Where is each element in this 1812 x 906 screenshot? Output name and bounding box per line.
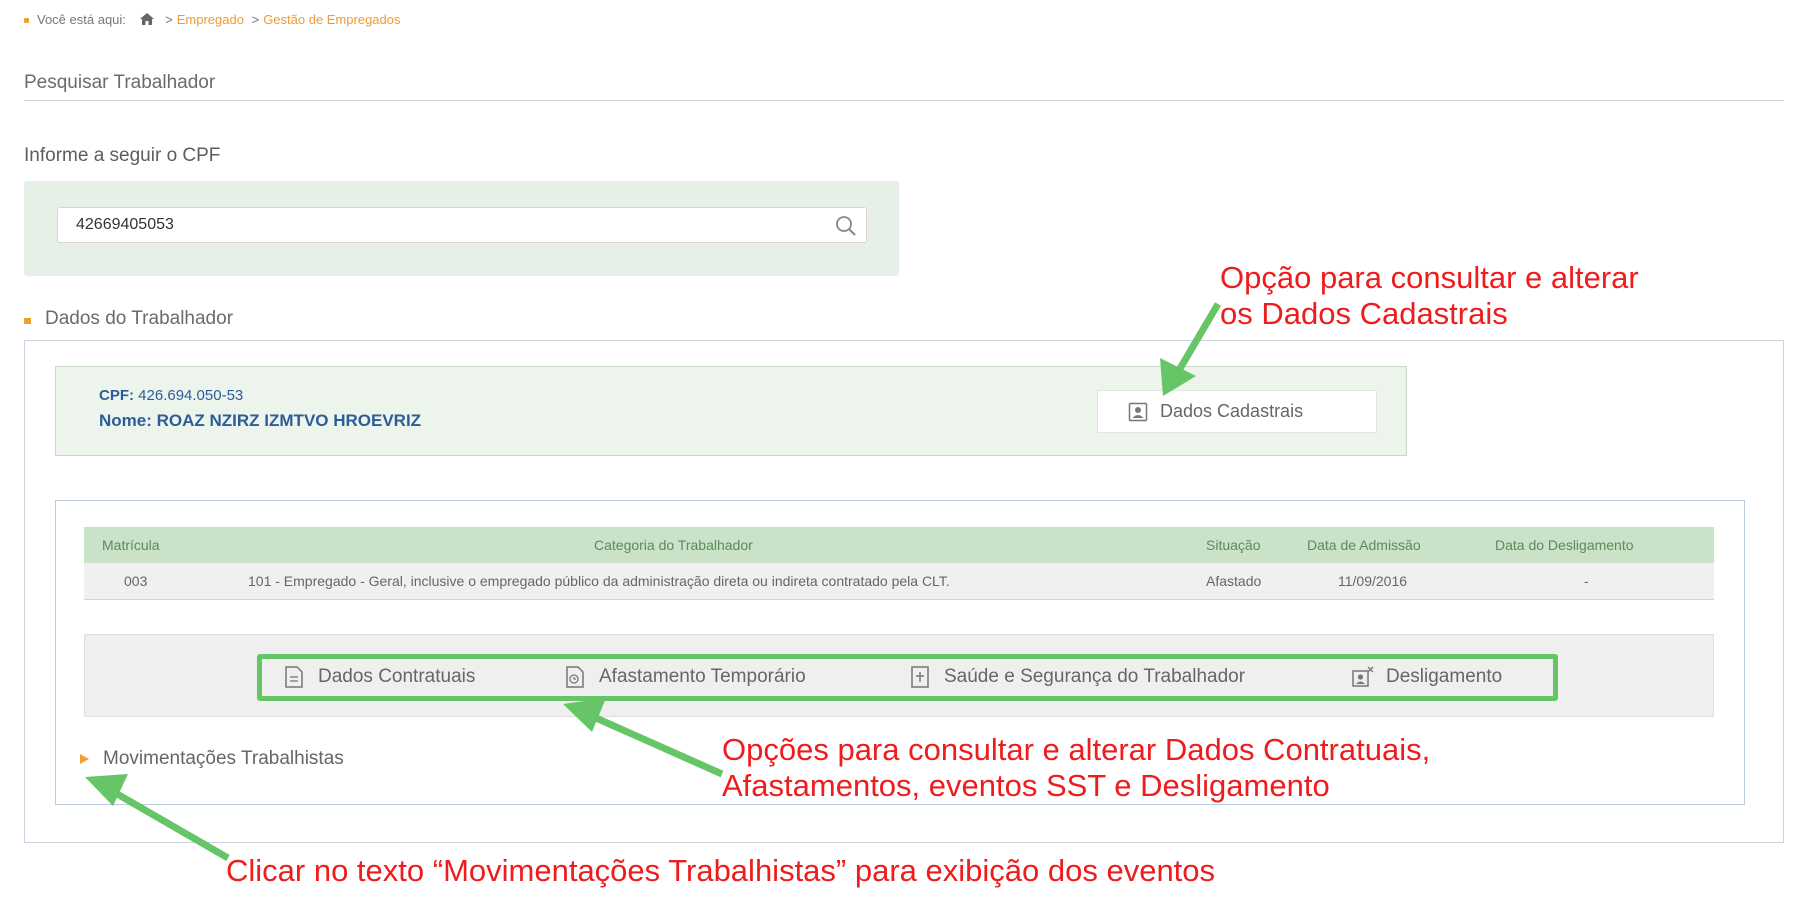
- annotation-line: Opções para consultar e alterar Dados Co…: [722, 732, 1431, 767]
- col-data-desligamento: Data do Desligamento: [1495, 537, 1634, 553]
- dados-contratuais-label: Dados Contratuais: [318, 666, 476, 687]
- worker-section-title: Dados do Trabalhador: [45, 308, 234, 329]
- home-icon[interactable]: [139, 13, 154, 28]
- dados-cadastrais-button[interactable]: Dados Cadastrais: [1097, 390, 1377, 433]
- table-row[interactable]: 003 101 - Empregado - Geral, inclusive o…: [84, 563, 1714, 600]
- cpf-search-box: [57, 207, 867, 243]
- id-card-icon: [1128, 402, 1148, 422]
- nome-label: Nome:: [99, 411, 152, 430]
- health-icon: [910, 666, 930, 688]
- col-data-admissao: Data de Admissão: [1307, 537, 1421, 553]
- nome-value: ROAZ NZIRZ IZMTVO HROEVRIZ: [156, 411, 422, 430]
- cpf-value: 426.694.050-53: [138, 387, 244, 404]
- worker-name: Nome: ROAZ NZIRZ IZMTVO HROEVRIZ: [99, 411, 421, 431]
- annotation-line: Opção para consultar e alterar: [1220, 260, 1639, 295]
- expand-triangle-icon: [80, 754, 89, 764]
- annotation-movimentacoes: Clicar no texto “Movimentações Trabalhis…: [226, 853, 1216, 888]
- cell-data-desligamento: -: [1584, 573, 1589, 589]
- breadcrumb-item-empregado[interactable]: Empregado: [177, 12, 244, 27]
- cpf-search-input[interactable]: [76, 208, 816, 242]
- movimentacoes-toggle[interactable]: Movimentações Trabalhistas: [80, 748, 344, 770]
- dados-contratuais-button[interactable]: Dados Contratuais: [284, 663, 475, 691]
- search-icon[interactable]: [834, 214, 858, 238]
- search-section-title: Pesquisar Trabalhador: [24, 72, 216, 93]
- afastamento-button[interactable]: Afastamento Temporário: [565, 663, 806, 691]
- annotation-line: os Dados Cadastrais: [1220, 296, 1508, 331]
- movimentacoes-label: Movimentações Trabalhistas: [103, 748, 344, 769]
- dados-cadastrais-label: Dados Cadastrais: [1160, 401, 1304, 421]
- annotation-line: Afastamentos, eventos SST e Desligamento: [722, 768, 1330, 803]
- cell-situacao: Afastado: [1206, 573, 1262, 589]
- saude-seguranca-button[interactable]: Saúde e Segurança do Trabalhador: [910, 663, 1245, 691]
- breadcrumb-prefix: Você está aqui:: [37, 12, 126, 27]
- dismissal-icon: [1352, 666, 1374, 688]
- desligamento-button[interactable]: Desligamento: [1352, 663, 1502, 691]
- document-icon: [284, 666, 304, 688]
- table-header: Matrícula Categoria do Trabalhador Situa…: [84, 527, 1714, 563]
- cell-matricula: 003: [124, 573, 148, 589]
- section-bullet: [24, 318, 31, 324]
- saude-seguranca-label: Saúde e Segurança do Trabalhador: [944, 666, 1246, 687]
- breadcrumb: Você está aqui: > Empregado > Gestão de Em…: [24, 12, 401, 28]
- worker-cpf: CPF: 426.694.050-53: [99, 387, 243, 404]
- annotation-dados-cadastrais: Opção para consultar e alterar os Dados …: [1220, 260, 1639, 332]
- section-divider: [24, 100, 1784, 101]
- cpf-field-label: Informe a seguir o CPF: [24, 145, 221, 166]
- cpf-label: CPF:: [99, 387, 134, 404]
- breadcrumb-item-gestao[interactable]: Gestão de Empregados: [263, 12, 400, 27]
- leave-icon: [565, 666, 585, 688]
- cell-data-admissao: 11/09/2016: [1338, 573, 1408, 589]
- col-matricula: Matrícula: [102, 537, 160, 553]
- afastamento-label: Afastamento Temporário: [599, 666, 806, 687]
- breadcrumb-bullet: [24, 18, 29, 24]
- cell-categoria: 101 - Empregado - Geral, inclusive o emp…: [248, 573, 950, 589]
- annotation-options: Opções para consultar e alterar Dados Co…: [722, 732, 1430, 804]
- desligamento-label: Desligamento: [1386, 666, 1503, 687]
- col-categoria: Categoria do Trabalhador: [594, 537, 753, 553]
- col-situacao: Situação: [1206, 537, 1261, 553]
